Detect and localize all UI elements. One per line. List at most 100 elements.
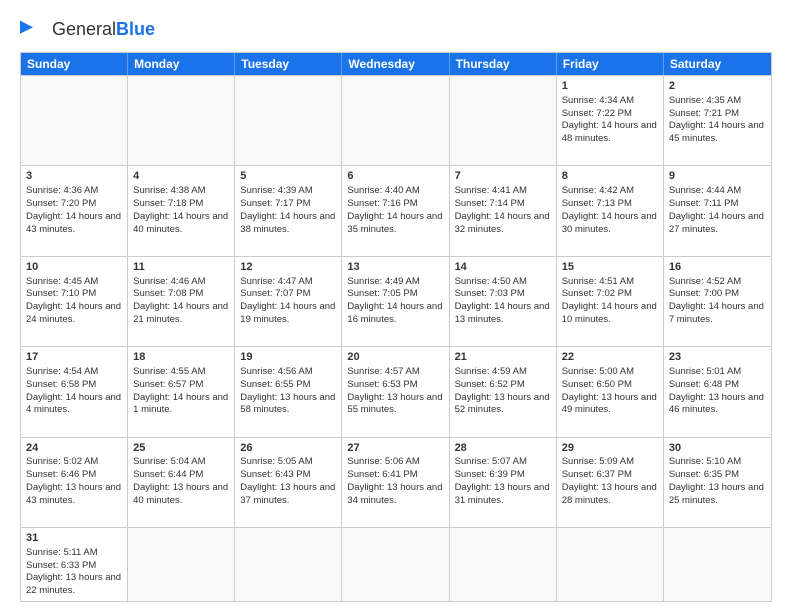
cal-row-2: 10Sunrise: 4:45 AMSunset: 7:10 PMDayligh… [21, 256, 771, 346]
day-info-line: Daylight: 13 hours and 34 minutes. [347, 482, 443, 508]
day-number: 9 [669, 169, 766, 184]
day-info-line: Sunset: 6:52 PM [455, 379, 551, 392]
cal-cell-day-12: 12Sunrise: 4:47 AMSunset: 7:07 PMDayligh… [235, 257, 342, 346]
day-number: 19 [240, 350, 336, 365]
day-info-line: Sunset: 7:07 PM [240, 288, 336, 301]
day-info-line: Sunrise: 4:35 AM [669, 95, 766, 108]
day-number: 12 [240, 260, 336, 275]
day-info-line: Daylight: 13 hours and 52 minutes. [455, 392, 551, 418]
calendar-header-row: SundayMondayTuesdayWednesdayThursdayFrid… [21, 53, 771, 75]
day-info-line: Sunset: 7:10 PM [26, 288, 122, 301]
day-info-line: Sunrise: 4:38 AM [133, 185, 229, 198]
day-info-line: Daylight: 13 hours and 31 minutes. [455, 482, 551, 508]
day-info-line: Daylight: 14 hours and 1 minute. [133, 392, 229, 418]
cal-cell-day-11: 11Sunrise: 4:46 AMSunset: 7:08 PMDayligh… [128, 257, 235, 346]
cal-cell-day-2: 2Sunrise: 4:35 AMSunset: 7:21 PMDaylight… [664, 76, 771, 165]
cal-cell-day-20: 20Sunrise: 4:57 AMSunset: 6:53 PMDayligh… [342, 347, 449, 436]
day-info-line: Sunrise: 5:04 AM [133, 456, 229, 469]
day-info-line: Sunrise: 5:00 AM [562, 366, 658, 379]
day-info-line: Daylight: 13 hours and 40 minutes. [133, 482, 229, 508]
day-number: 29 [562, 441, 658, 456]
day-info-line: Daylight: 13 hours and 22 minutes. [26, 572, 122, 598]
day-number: 7 [455, 169, 551, 184]
day-number: 25 [133, 441, 229, 456]
day-info-line: Sunset: 6:53 PM [347, 379, 443, 392]
day-info-line: Sunrise: 4:34 AM [562, 95, 658, 108]
cal-row-1: 3Sunrise: 4:36 AMSunset: 7:20 PMDaylight… [21, 165, 771, 255]
cal-cell-day-19: 19Sunrise: 4:56 AMSunset: 6:55 PMDayligh… [235, 347, 342, 436]
day-info-line: Sunset: 7:00 PM [669, 288, 766, 301]
day-info-line: Daylight: 14 hours and 43 minutes. [26, 211, 122, 237]
header-day-thursday: Thursday [450, 53, 557, 75]
day-info-line: Sunrise: 4:36 AM [26, 185, 122, 198]
day-info-line: Sunrise: 5:02 AM [26, 456, 122, 469]
day-info-line: Sunset: 7:14 PM [455, 198, 551, 211]
cal-cell-day-29: 29Sunrise: 5:09 AMSunset: 6:37 PMDayligh… [557, 438, 664, 527]
day-number: 23 [669, 350, 766, 365]
day-info-line: Sunset: 6:35 PM [669, 469, 766, 482]
cal-cell-day-28: 28Sunrise: 5:07 AMSunset: 6:39 PMDayligh… [450, 438, 557, 527]
day-info-line: Sunset: 6:44 PM [133, 469, 229, 482]
day-info-line: Sunrise: 5:09 AM [562, 456, 658, 469]
day-info-line: Sunset: 7:17 PM [240, 198, 336, 211]
day-number: 15 [562, 260, 658, 275]
cal-cell-empty [450, 528, 557, 601]
day-info-line: Sunset: 7:05 PM [347, 288, 443, 301]
day-info-line: Sunrise: 4:57 AM [347, 366, 443, 379]
cal-cell-day-26: 26Sunrise: 5:05 AMSunset: 6:43 PMDayligh… [235, 438, 342, 527]
cal-cell-day-9: 9Sunrise: 4:44 AMSunset: 7:11 PMDaylight… [664, 166, 771, 255]
day-info-line: Daylight: 13 hours and 43 minutes. [26, 482, 122, 508]
cal-cell-day-6: 6Sunrise: 4:40 AMSunset: 7:16 PMDaylight… [342, 166, 449, 255]
day-info-line: Sunset: 6:37 PM [562, 469, 658, 482]
cal-row-5: 31Sunrise: 5:11 AMSunset: 6:33 PMDayligh… [21, 527, 771, 601]
logo: GeneralBlue [20, 16, 155, 44]
cal-row-4: 24Sunrise: 5:02 AMSunset: 6:46 PMDayligh… [21, 437, 771, 527]
day-number: 14 [455, 260, 551, 275]
day-info-line: Sunset: 6:58 PM [26, 379, 122, 392]
day-info-line: Sunset: 6:57 PM [133, 379, 229, 392]
day-info-line: Daylight: 14 hours and 32 minutes. [455, 211, 551, 237]
cal-cell-day-18: 18Sunrise: 4:55 AMSunset: 6:57 PMDayligh… [128, 347, 235, 436]
day-info-line: Sunrise: 4:55 AM [133, 366, 229, 379]
day-number: 5 [240, 169, 336, 184]
day-info-line: Sunrise: 4:47 AM [240, 276, 336, 289]
day-info-line: Daylight: 14 hours and 4 minutes. [26, 392, 122, 418]
cal-cell-day-7: 7Sunrise: 4:41 AMSunset: 7:14 PMDaylight… [450, 166, 557, 255]
header-day-friday: Friday [557, 53, 664, 75]
cal-cell-empty [664, 528, 771, 601]
day-info-line: Sunrise: 4:51 AM [562, 276, 658, 289]
day-number: 6 [347, 169, 443, 184]
day-info-line: Sunset: 7:11 PM [669, 198, 766, 211]
header-day-saturday: Saturday [664, 53, 771, 75]
day-info-line: Sunrise: 4:54 AM [26, 366, 122, 379]
cal-cell-empty [235, 528, 342, 601]
day-info-line: Sunset: 6:50 PM [562, 379, 658, 392]
day-info-line: Sunset: 7:03 PM [455, 288, 551, 301]
day-info-line: Sunrise: 4:42 AM [562, 185, 658, 198]
cal-cell-day-8: 8Sunrise: 4:42 AMSunset: 7:13 PMDaylight… [557, 166, 664, 255]
day-info-line: Sunrise: 5:07 AM [455, 456, 551, 469]
cal-cell-empty [21, 76, 128, 165]
day-info-line: Daylight: 14 hours and 40 minutes. [133, 211, 229, 237]
cal-cell-day-5: 5Sunrise: 4:39 AMSunset: 7:17 PMDaylight… [235, 166, 342, 255]
day-info-line: Sunrise: 4:52 AM [669, 276, 766, 289]
day-number: 24 [26, 441, 122, 456]
day-info-line: Daylight: 14 hours and 30 minutes. [562, 211, 658, 237]
day-info-line: Sunset: 6:33 PM [26, 560, 122, 573]
day-info-line: Sunrise: 4:46 AM [133, 276, 229, 289]
day-number: 10 [26, 260, 122, 275]
day-number: 13 [347, 260, 443, 275]
day-info-line: Sunrise: 5:06 AM [347, 456, 443, 469]
day-number: 27 [347, 441, 443, 456]
cal-cell-day-23: 23Sunrise: 5:01 AMSunset: 6:48 PMDayligh… [664, 347, 771, 436]
day-info-line: Sunrise: 5:11 AM [26, 547, 122, 560]
day-info-line: Daylight: 13 hours and 37 minutes. [240, 482, 336, 508]
cal-cell-day-22: 22Sunrise: 5:00 AMSunset: 6:50 PMDayligh… [557, 347, 664, 436]
day-info-line: Sunrise: 4:50 AM [455, 276, 551, 289]
day-info-line: Sunset: 7:08 PM [133, 288, 229, 301]
day-info-line: Sunrise: 4:44 AM [669, 185, 766, 198]
cal-cell-empty [128, 528, 235, 601]
day-info-line: Sunset: 6:41 PM [347, 469, 443, 482]
day-number: 4 [133, 169, 229, 184]
cal-cell-empty [128, 76, 235, 165]
